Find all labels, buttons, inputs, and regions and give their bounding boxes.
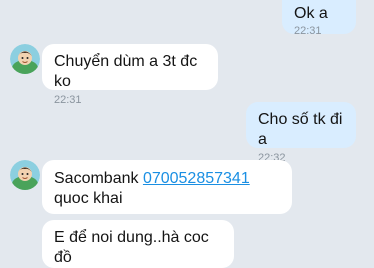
message-text: E để noi dung..hà coc đồ — [54, 229, 209, 266]
message-bubble-incoming[interactable]: Chuyển dùm a 3t đc ko 22:31 — [42, 44, 218, 106]
message-time: 22:31 — [54, 94, 82, 106]
message-text: Cho số tk đi a — [258, 111, 343, 148]
message-time: 22:31 — [294, 25, 322, 37]
message-text: Chuyển dùm a 3t đc ko — [54, 53, 198, 90]
message-text: Sacombank 070052857341 quoc khai — [54, 169, 280, 209]
message-bubble-incoming[interactable]: Sacombank 070052857341 quoc khai — [42, 160, 292, 214]
message-bubble-outgoing[interactable]: Cho số tk đi a 22:32 — [246, 102, 356, 164]
message-text-after: quoc khai — [54, 190, 123, 207]
message-text: Ok a — [294, 5, 328, 22]
message-bubble-incoming[interactable]: E để noi dung..hà coc đồ — [42, 220, 234, 268]
message-text-before: Sacombank — [54, 170, 143, 187]
account-number-link[interactable]: 070052857341 — [143, 170, 250, 187]
sender-avatar[interactable] — [10, 160, 40, 190]
sender-avatar[interactable] — [10, 44, 40, 74]
message-bubble-outgoing[interactable]: Ok a 22:31 — [282, 0, 356, 37]
